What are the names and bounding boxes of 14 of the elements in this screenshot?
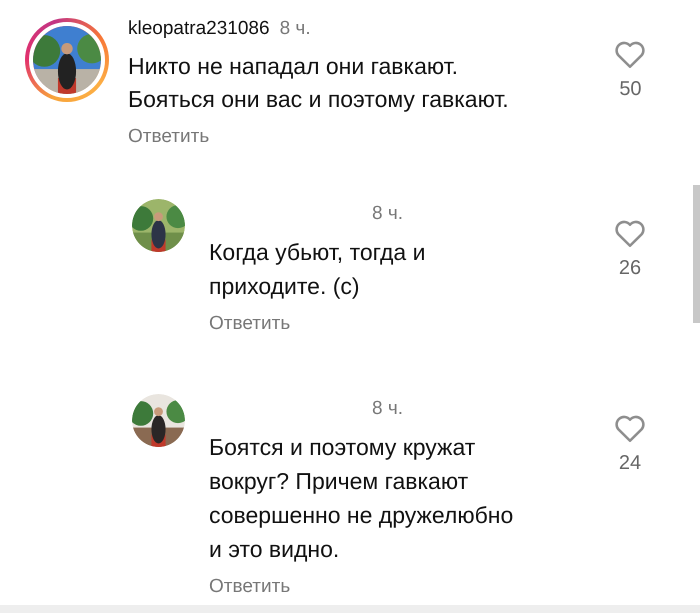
username[interactable]: kleopatra231086: [128, 18, 270, 40]
reply-link[interactable]: Ответить: [209, 313, 290, 335]
timestamp: 8 ч.: [372, 398, 404, 420]
comment-text: Никто не нападал они гавкают. Бояться они вас и поэтому гавкают.: [128, 52, 510, 114]
timestamp: 8 ч.: [372, 203, 404, 225]
scrollbar[interactable]: [693, 185, 700, 323]
comment-text: Когда убьют, тогда и приходите. (с): [209, 238, 426, 301]
like-count: 50: [619, 78, 642, 101]
like-count: 26: [618, 257, 642, 280]
timestamp: 8 ч.: [280, 18, 311, 40]
comment-text: Боятся и поэтому кружат вокруг? Причем гавкают совершенно не дружелюбно и это видно.: [209, 433, 514, 564]
reply-link[interactable]: Ответить: [209, 576, 290, 598]
reply-link[interactable]: Ответить: [128, 126, 210, 148]
like-count: 24: [618, 452, 642, 475]
